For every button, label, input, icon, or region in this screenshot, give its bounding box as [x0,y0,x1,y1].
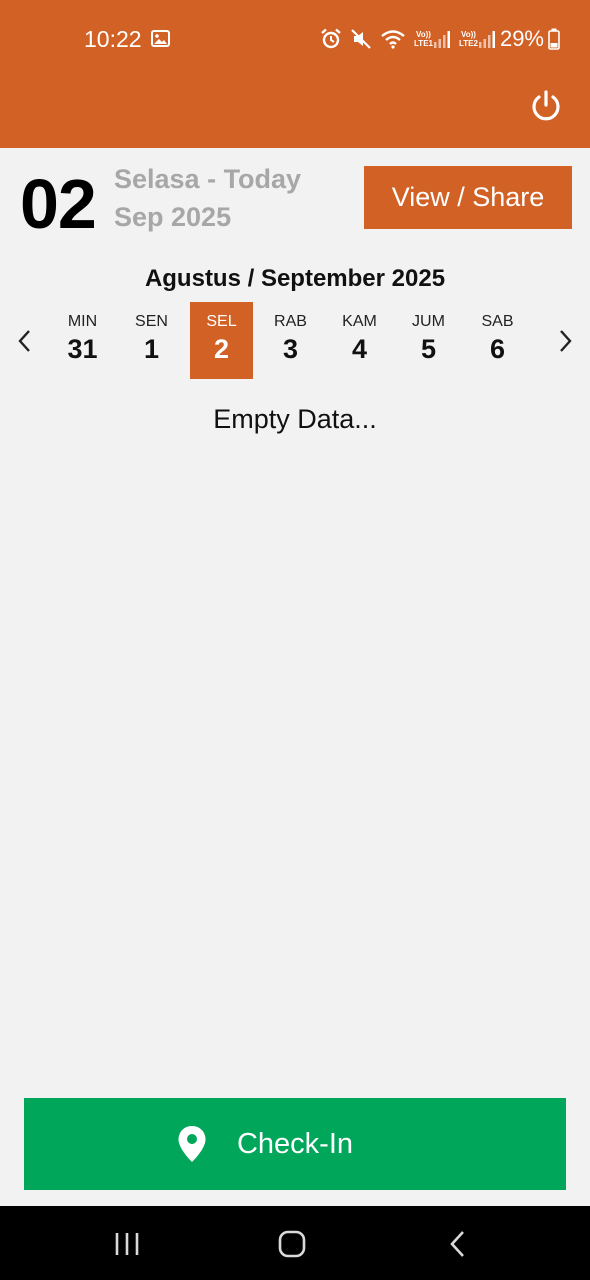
day-cell-sab[interactable]: SAB 6 [466,302,529,379]
day-cell-min[interactable]: MIN 31 [51,302,114,379]
sim1-label: Vo)) LTE1 [414,30,433,48]
system-nav-bar [0,1206,590,1280]
day-cell-sel[interactable]: SEL 2 [190,302,253,379]
location-pin-icon [178,1126,206,1162]
day-date: 6 [489,334,506,364]
alarm-icon [321,28,341,49]
gallery-notification-icon [151,30,170,47]
day-name: SAB [481,313,514,330]
check-in-label: Check-In [236,1127,354,1160]
week-title: Agustus / September 2025 [144,265,446,292]
selected-day-number: 02 [20,165,97,243]
day-date: 2 [213,334,230,364]
recent-apps-icon[interactable] [114,1232,140,1256]
view-share-button[interactable]: View / Share [364,166,572,229]
check-in-button[interactable]: Check-In [24,1098,566,1190]
selected-month-label: Sep 2025 [114,202,232,232]
chevron-right-icon[interactable] [554,328,576,354]
day-date: 31 [67,334,98,364]
day-date: 5 [420,334,437,364]
mute-icon [351,29,371,49]
day-cell-rab[interactable]: RAB 3 [259,302,322,379]
day-name: JUM [412,313,445,330]
chevron-left-icon[interactable] [14,328,36,354]
empty-state-text: Empty Data... [213,404,377,434]
wifi-icon [381,30,405,49]
home-icon[interactable] [278,1230,306,1258]
day-name: MIN [67,313,98,330]
signal-sim1-icon [433,31,450,48]
day-name: SEL [206,313,237,330]
battery-icon [548,28,560,50]
day-date: 4 [351,334,368,364]
day-cell-jum[interactable]: JUM 5 [397,302,460,379]
day-cell-sen[interactable]: SEN 1 [120,302,183,379]
day-name: KAM [342,313,377,330]
day-date: 1 [143,334,160,364]
screen: 10:22 Vo)) LTE1 Vo)) LTE2 29% 02 Selasa … [0,0,590,1280]
day-name: SEN [135,313,168,330]
sim2-label: Vo)) LTE2 [458,30,478,48]
status-time: 10:22 [84,26,142,52]
selected-day-label: Selasa - Today [114,164,302,194]
battery-percent: 29% [499,26,544,51]
app-header: 10:22 Vo)) LTE1 Vo)) LTE2 29% [0,0,590,148]
back-icon[interactable] [448,1230,466,1258]
day-cell-kam[interactable]: KAM 4 [328,302,391,379]
day-date: 3 [282,334,299,364]
status-icons: Vo)) LTE1 Vo)) LTE2 29% [320,26,560,52]
signal-sim2-icon [478,31,495,48]
day-name: RAB [274,313,307,330]
power-icon[interactable] [529,89,563,123]
